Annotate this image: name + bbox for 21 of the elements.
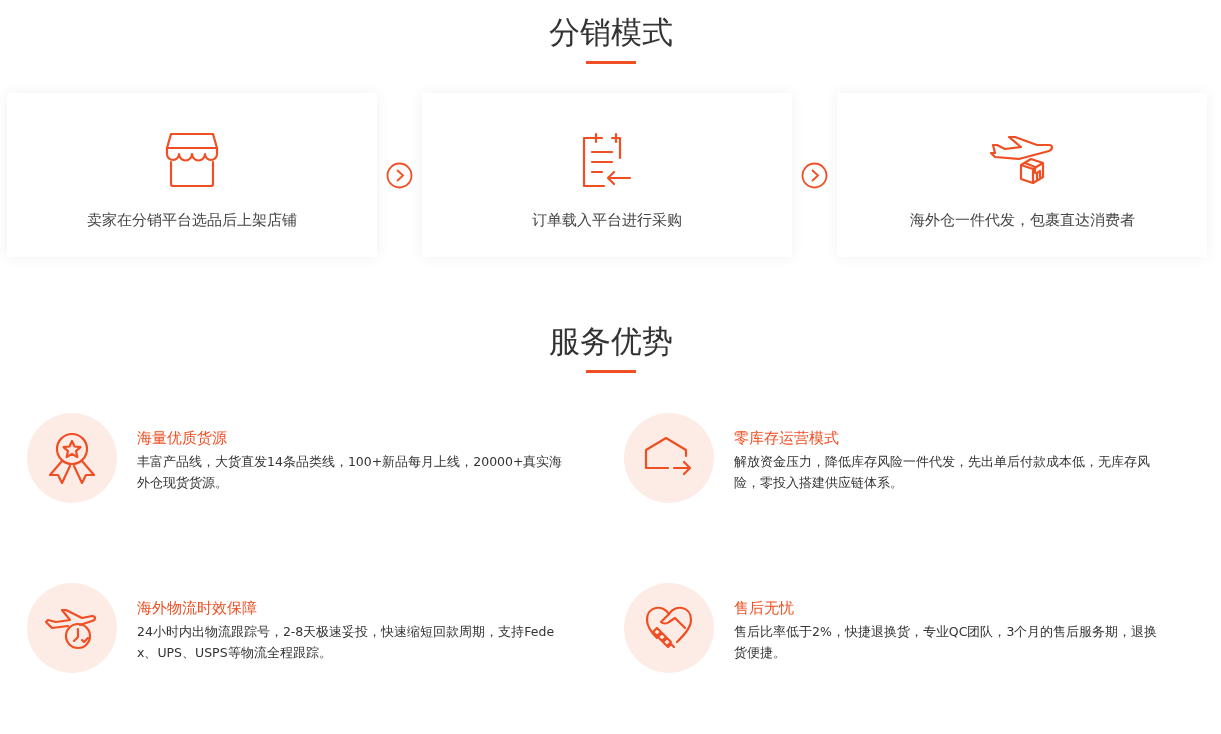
medal-icon [46, 432, 98, 484]
feature-description: 售后比率低于2%，快捷退换货，专业QC团队，3个月的售后服务期，退换货便捷。 [734, 623, 1159, 662]
title-underline [585, 370, 636, 373]
clipboard-arrow-icon [582, 132, 632, 188]
store-icon [165, 132, 219, 188]
feature-title: 海外物流时效保障 [137, 598, 258, 619]
feature-title: 售后无忧 [734, 598, 795, 619]
step-text: 卖家在分销平台选品后上架店铺 [87, 210, 297, 231]
feature-title: 海量优质货源 [137, 428, 228, 449]
feature-description: 丰富产品线，大货直发14条品类线，100+新品每月上线，20000+真实海外仓现货货源。 [137, 453, 564, 492]
plane-box-icon [989, 133, 1055, 187]
step-text: 订单载入平台进行采购 [532, 210, 682, 231]
title-underline [585, 61, 636, 64]
feature-description: 解放资金压力，降低库存风险一件代发，先出单后付款成本低，无库存风险，零投入搭建供应链体系。 [734, 453, 1151, 492]
feature-title: 零库存运营模式 [734, 428, 840, 449]
section-title: 服务优势 [548, 322, 673, 361]
feature-description: 24小时内出物流跟踪号，2-8天极速妥投，快速缩短回款周期，支持Fedex、UPS、USPS等物流全程跟踪。 [137, 623, 556, 662]
section-title: 分销模式 [548, 13, 673, 52]
next-step-icon [801, 161, 828, 189]
next-step-icon [386, 161, 413, 189]
step-text: 海外仓一件代发，包裹直达消费者 [909, 210, 1135, 231]
